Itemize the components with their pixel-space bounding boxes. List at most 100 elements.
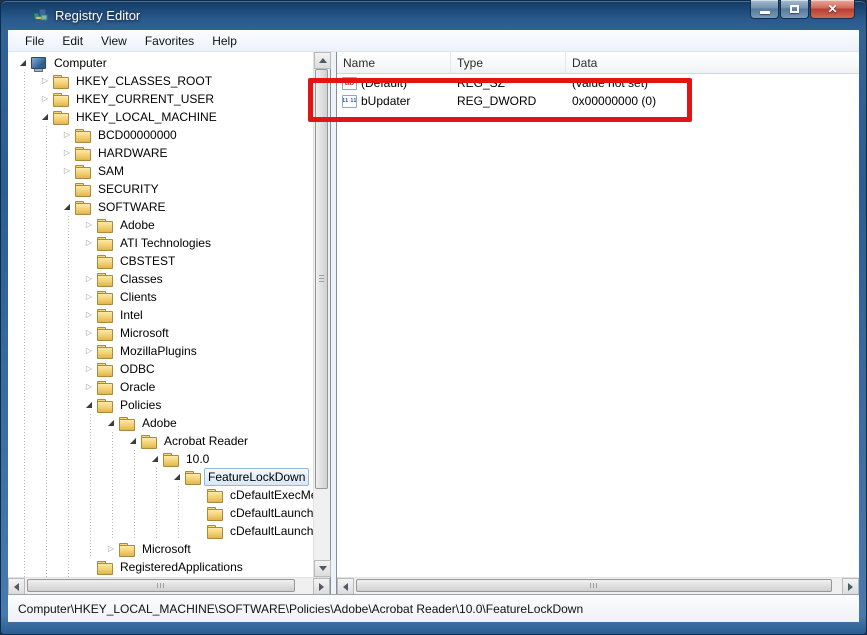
tree-item[interactable]: ▷HKEY_CLASSES_ROOT xyxy=(16,72,313,90)
collapsed-expander-icon[interactable]: ▷ xyxy=(38,72,52,90)
tree-guide-line xyxy=(38,504,60,522)
collapsed-expander-icon[interactable]: ▷ xyxy=(82,306,96,324)
collapsed-expander-icon[interactable]: ▷ xyxy=(104,540,118,558)
scroll-left-button[interactable] xyxy=(8,578,25,595)
tree-guide-line xyxy=(16,144,38,162)
menu-favorites[interactable]: Favorites xyxy=(136,31,203,51)
collapsed-expander-icon[interactable]: ▷ xyxy=(82,342,96,360)
tree-item[interactable]: ▷ATI Technologies xyxy=(16,234,313,252)
column-header-type[interactable]: Type xyxy=(451,52,566,73)
collapsed-expander-icon[interactable]: ▷ xyxy=(82,324,96,342)
tree-item[interactable]: RegisteredApplications xyxy=(16,558,313,576)
scroll-up-button[interactable] xyxy=(314,52,331,69)
tree-item[interactable]: ▷Microsoft xyxy=(16,540,313,558)
tree-item[interactable]: ◢ 10.0 xyxy=(16,450,313,468)
minimize-button[interactable] xyxy=(750,0,779,19)
tree-item[interactable]: ▷ ODBC xyxy=(16,360,313,378)
tree-item[interactable]: ▷Intel xyxy=(16,306,313,324)
tree-item[interactable]: ▷Oracle xyxy=(16,378,313,396)
tree-vscroll-thumb[interactable] xyxy=(315,69,328,489)
menu-file[interactable]: File xyxy=(16,31,53,51)
scroll-right-button[interactable] xyxy=(842,578,859,595)
tree-item[interactable]: ▷HKEY_CURRENT_USER xyxy=(16,90,313,108)
tree-item[interactable]: cDefaultLaunchURL xyxy=(16,522,313,540)
folder-icon xyxy=(74,163,90,179)
maximize-button[interactable] xyxy=(780,0,809,19)
tree-item[interactable]: ◢SOFTWARE xyxy=(16,198,313,216)
menu-edit[interactable]: Edit xyxy=(53,31,92,51)
tree-hscroll-track[interactable] xyxy=(25,578,313,594)
collapsed-expander-icon[interactable]: ▷ xyxy=(82,288,96,306)
title-bar[interactable]: Registry Editor ✕ xyxy=(0,0,867,30)
folder-icon xyxy=(52,73,68,89)
collapsed-expander-icon[interactable]: ▷ xyxy=(82,270,96,288)
tree-item[interactable]: ▷Microsoft xyxy=(16,324,313,342)
tree-item[interactable]: ◢Adobe xyxy=(16,414,313,432)
menu-help[interactable]: Help xyxy=(203,31,246,51)
tree-guide-line xyxy=(38,126,60,144)
folder-icon xyxy=(96,361,112,377)
tree-item[interactable]: ◢HKEY_LOCAL_MACHINE xyxy=(16,108,313,126)
column-header-name[interactable]: Name xyxy=(337,52,451,73)
tree-guide-line xyxy=(38,468,60,486)
tree-item[interactable]: ◢Acrobat Reader xyxy=(16,432,313,450)
tree-item-label: Clients xyxy=(116,288,161,306)
values-list-pane: Name Type Data ab(Default)REG_SZ(value n… xyxy=(336,52,859,594)
tree-item[interactable]: cDefaultLaunchAtta xyxy=(16,504,313,522)
folder-icon xyxy=(118,415,134,431)
collapsed-expander-icon[interactable]: ▷ xyxy=(82,234,96,252)
arrow-right-icon xyxy=(319,583,324,591)
expanded-expander-icon[interactable]: ◢ xyxy=(82,396,96,414)
list-hscroll-track[interactable] xyxy=(354,578,842,594)
scroll-down-button[interactable] xyxy=(314,560,331,577)
scroll-right-button[interactable] xyxy=(313,578,330,595)
expanded-expander-icon[interactable]: ◢ xyxy=(104,414,118,432)
expanded-expander-icon[interactable]: ◢ xyxy=(38,108,52,126)
expanded-expander-icon[interactable]: ◢ xyxy=(170,468,184,486)
column-header-data[interactable]: Data xyxy=(566,52,859,73)
collapsed-expander-icon[interactable]: ▷ xyxy=(82,216,96,234)
tree-item-label: ODBC xyxy=(116,360,159,378)
tree-vertical-scrollbar[interactable] xyxy=(313,52,330,577)
tree-item[interactable]: SECURITY xyxy=(16,180,313,198)
computer-icon xyxy=(30,55,46,71)
thumb-grip-icon xyxy=(319,275,324,282)
expanded-expander-icon[interactable]: ◢ xyxy=(16,54,30,72)
expanded-expander-icon[interactable]: ◢ xyxy=(148,450,162,468)
tree-guide-line xyxy=(16,450,38,468)
expanded-expander-icon[interactable]: ◢ xyxy=(60,198,74,216)
tree-item[interactable]: ▷Classes xyxy=(16,270,313,288)
tree-item[interactable]: ▷ Clients xyxy=(16,288,313,306)
tree-item[interactable]: ◢Computer xyxy=(16,54,313,72)
tree-item-label: 10.0 xyxy=(182,450,213,468)
collapsed-expander-icon[interactable]: ▷ xyxy=(60,126,74,144)
tree-item[interactable]: ▷Adobe xyxy=(16,216,313,234)
tree-item[interactable]: ▷HARDWARE xyxy=(16,144,313,162)
collapsed-expander-icon[interactable]: ▷ xyxy=(82,378,96,396)
tree-item[interactable]: ▷MozillaPlugins xyxy=(16,342,313,360)
tree-guide-line xyxy=(38,540,60,558)
list-hscroll-thumb[interactable] xyxy=(356,579,832,592)
collapsed-expander-icon[interactable]: ▷ xyxy=(82,360,96,378)
tree-horizontal-scrollbar[interactable] xyxy=(8,577,330,594)
menu-view[interactable]: View xyxy=(92,31,136,51)
collapsed-expander-icon[interactable]: ▷ xyxy=(60,144,74,162)
tree-vscroll-track[interactable] xyxy=(314,69,330,560)
tree-item[interactable]: ▷BCD00000000 xyxy=(16,126,313,144)
tree-hscroll-thumb[interactable] xyxy=(27,579,295,592)
collapsed-expander-icon[interactable]: ▷ xyxy=(60,162,74,180)
tree-item[interactable]: CBSTEST xyxy=(16,252,313,270)
tree-item[interactable]: cDefaultExecMenuIt xyxy=(16,486,313,504)
scroll-left-button[interactable] xyxy=(337,578,354,595)
list-horizontal-scrollbar[interactable] xyxy=(337,577,859,594)
tree-item[interactable]: ◢FeatureLockDown xyxy=(16,468,313,486)
tree-item[interactable]: ▷SAM xyxy=(16,162,313,180)
tree-guide-line xyxy=(16,342,38,360)
expanded-expander-icon[interactable]: ◢ xyxy=(126,432,140,450)
collapsed-expander-icon[interactable]: ▷ xyxy=(38,90,52,108)
close-button[interactable]: ✕ xyxy=(810,0,855,19)
tree-guide-line xyxy=(16,432,38,450)
tree-item[interactable]: ◢Policies xyxy=(16,396,313,414)
tree-guide-line xyxy=(170,504,192,522)
tree-guide-line xyxy=(82,450,104,468)
